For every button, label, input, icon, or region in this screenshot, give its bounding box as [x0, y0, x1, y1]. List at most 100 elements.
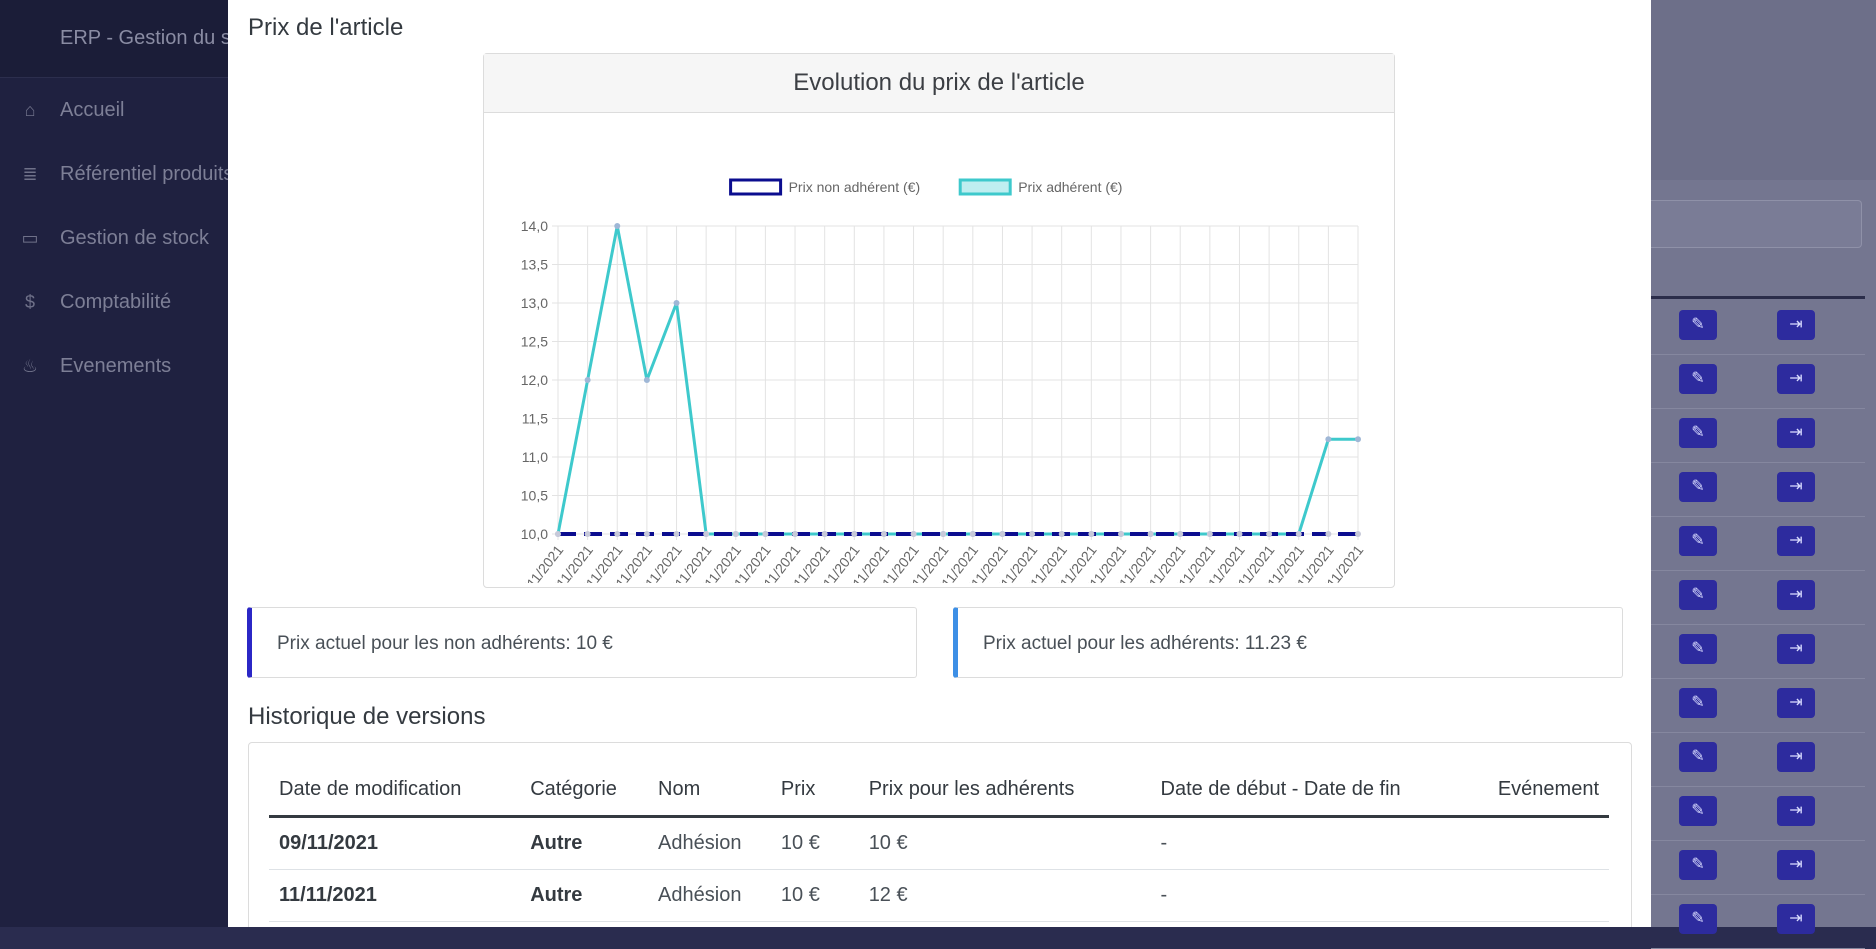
data-point — [792, 531, 799, 537]
column-header: Date de modification — [269, 763, 521, 818]
cell-date: 11/11/2021 — [269, 869, 521, 922]
data-point — [614, 531, 621, 537]
column-header: Catégorie — [520, 763, 649, 818]
edit-button[interactable]: ✎ — [1679, 418, 1717, 448]
cell-price: 10 € — [770, 816, 859, 870]
sidebar-item-label: Référentiel produits — [60, 162, 234, 185]
cake-icon: ♨ — [21, 355, 39, 376]
edit-button[interactable]: ✎ — [1679, 580, 1717, 610]
data-point — [880, 531, 887, 537]
cell-event — [1487, 869, 1609, 922]
sidebar-item-stock[interactable]: ▭ Gestion de stock — [0, 206, 240, 270]
sidebar-item-comptabilite[interactable]: $ Comptabilité — [0, 270, 240, 334]
enter-button[interactable]: ⇥ — [1777, 742, 1815, 772]
history-table-card: Date de modification Catégorie Nom Prix … — [248, 742, 1632, 927]
y-tick-label: 12,0 — [521, 372, 548, 388]
data-point — [673, 300, 680, 306]
edit-button[interactable]: ✎ — [1679, 796, 1717, 826]
enter-button[interactable]: ⇥ — [1777, 796, 1815, 826]
data-point — [584, 531, 591, 537]
edit-button[interactable]: ✎ — [1679, 364, 1717, 394]
data-point — [910, 531, 917, 537]
legend-swatch — [729, 178, 783, 196]
data-point — [999, 531, 1006, 537]
enter-button[interactable]: ⇥ — [1777, 688, 1815, 718]
y-axis-ticks: 10,0 10,5 11,0 11,5 12,0 12,5 13,0 13,5 14,0 — [521, 218, 548, 542]
data-point — [1325, 436, 1332, 443]
data-point — [1206, 531, 1213, 537]
enter-button[interactable]: ⇥ — [1777, 364, 1815, 394]
enter-button[interactable]: ⇥ — [1777, 634, 1815, 664]
data-point — [762, 531, 769, 537]
enter-button[interactable]: ⇥ — [1777, 850, 1815, 880]
edit-button[interactable]: ✎ — [1679, 688, 1717, 718]
data-point — [643, 531, 650, 537]
edit-button[interactable]: ✎ — [1679, 904, 1717, 934]
article-modal: Prix de l'article Evolution du prix de l… — [228, 0, 1651, 927]
sidebar-item-accueil[interactable]: ⌂ Accueil — [0, 78, 240, 142]
cell-price: 10 € — [770, 869, 859, 922]
data-point — [1029, 531, 1036, 537]
data-point — [1355, 436, 1361, 443]
data-point — [821, 531, 828, 537]
edit-button[interactable]: ✎ — [1679, 742, 1717, 772]
data-point — [1325, 531, 1332, 537]
enter-button[interactable]: ⇥ — [1777, 526, 1815, 556]
history-table-header: Date de modification Catégorie Nom Prix … — [269, 763, 1609, 818]
enter-button[interactable]: ⇥ — [1777, 418, 1815, 448]
app-title: ERP - Gestion du stock — [0, 0, 240, 78]
current-price-non-member: Prix actuel pour les non adhérents: 10 € — [247, 607, 917, 678]
enter-button[interactable]: ⇥ — [1777, 580, 1815, 610]
cell-category: Autre — [520, 869, 649, 922]
enter-button[interactable]: ⇥ — [1777, 310, 1815, 340]
inbox-icon: ▭ — [21, 227, 39, 248]
data-point — [1147, 531, 1154, 537]
y-tick-label: 14,0 — [521, 218, 548, 234]
current-price-member: Prix actuel pour les adhérents: 11.23 € — [953, 607, 1623, 678]
sidebar-item-evenements[interactable]: ♨ Evenements — [0, 334, 240, 398]
sidebar: ERP - Gestion du stock ⌂ Accueil ≣ Référ… — [0, 0, 240, 927]
enter-button[interactable]: ⇥ — [1777, 904, 1815, 934]
legend-label: Prix non adhérent (€) — [789, 179, 921, 195]
data-point — [1177, 531, 1184, 537]
data-point — [1058, 531, 1065, 537]
edit-button[interactable]: ✎ — [1679, 850, 1717, 880]
cell-category: Autre — [520, 816, 649, 870]
data-point — [1117, 531, 1124, 537]
database-icon: ≣ — [22, 163, 38, 184]
home-icon: ⌂ — [24, 99, 36, 120]
column-header: Prix pour les adhérents — [858, 763, 1151, 818]
edit-button[interactable]: ✎ — [1679, 634, 1717, 664]
background-search-input[interactable] — [1651, 200, 1862, 248]
y-tick-label: 10,0 — [521, 526, 548, 542]
data-point — [584, 377, 591, 383]
enter-button[interactable]: ⇥ — [1777, 472, 1815, 502]
data-point — [703, 531, 710, 537]
cell-name: Adhésion — [648, 816, 771, 870]
edit-button[interactable]: ✎ — [1679, 472, 1717, 502]
y-tick-label: 11,5 — [522, 411, 548, 427]
column-header: Prix — [770, 763, 859, 818]
sidebar-item-referentiel[interactable]: ≣ Référentiel produits — [0, 142, 240, 206]
x-axis-ticks: 09/11/202111/11/202111/11/202111/11/2021… — [511, 542, 1366, 583]
data-point — [1088, 531, 1095, 537]
cell-date-range: - — [1150, 869, 1488, 922]
column-header: Evénement — [1487, 763, 1609, 818]
chart-legend: Prix non adhérent (€) Prix adhérent (€) — [729, 178, 1122, 196]
cell-date: 09/11/2021 — [269, 816, 521, 870]
background-table-header-line — [1651, 296, 1865, 299]
edit-button[interactable]: ✎ — [1679, 526, 1717, 556]
data-point — [732, 531, 739, 537]
data-point — [851, 531, 858, 537]
edit-button[interactable]: ✎ — [1679, 310, 1717, 340]
cell-member-price: 12 € — [858, 869, 1151, 922]
cell-date-range: - — [1150, 816, 1488, 870]
data-point — [673, 531, 680, 537]
legend-label: Prix adhérent (€) — [1018, 179, 1122, 195]
data-point — [643, 377, 650, 383]
price-evolution-chart: 10,0 10,5 11,0 11,5 12,0 12,5 13,0 13,5 14,0 09/… — [511, 178, 1366, 583]
legend-swatch — [958, 178, 1012, 196]
data-point — [1295, 531, 1302, 537]
data-point — [940, 531, 947, 537]
data-point — [1236, 531, 1243, 537]
